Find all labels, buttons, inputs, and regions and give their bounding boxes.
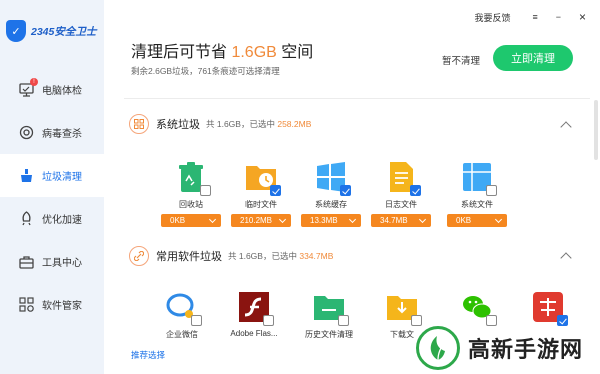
junk-item-temp-files[interactable]: 临时文件 210.2MB [231, 160, 291, 227]
junk-item-log-files[interactable]: 日志文件 34.7MB [371, 160, 431, 227]
brand-name: 2345安全卫士 [31, 25, 97, 38]
junk-item-recycle-bin[interactable]: 回收站 0KB [161, 160, 221, 227]
item-checkbox[interactable] [486, 185, 497, 196]
recycle-bin-icon [174, 160, 211, 196]
sidebar-item-tools[interactable]: 工具中心 [0, 240, 104, 283]
item-checkbox[interactable] [263, 315, 274, 326]
sidebar-item-label: 电脑体检 [42, 86, 82, 97]
close-icon[interactable]: × [579, 10, 586, 24]
section-total: 共 1.6GB，已选中 [206, 119, 275, 129]
junk-item-system-files[interactable]: 系统文件 0KB [447, 160, 507, 227]
sidebar-item-label: 病毒查杀 [42, 129, 82, 140]
watermark: 高新手游网 [416, 322, 600, 374]
sidebar-item-checkup[interactable]: ! 电脑体检 [0, 68, 104, 111]
sidebar-item-label: 工具中心 [42, 258, 82, 269]
green-folder-icon [312, 290, 349, 326]
item-label: 临时文件 [245, 200, 277, 209]
size-dropdown[interactable]: 34.7MB [371, 214, 431, 227]
section-total: 共 1.6GB，已选中 [228, 251, 297, 261]
feedback-link[interactable]: 我要反馈 [474, 11, 510, 24]
item-label: 系统缓存 [315, 200, 347, 209]
target-icon [18, 125, 34, 141]
log-file-icon [384, 160, 421, 196]
sidebar-item-optimize[interactable]: 优化加速 [0, 197, 104, 240]
scrollbar[interactable] [594, 100, 598, 160]
headline-prefix: 清理后可节省 [131, 44, 232, 61]
sidebar-item-label: 软件管家 [42, 301, 82, 312]
size-dropdown[interactable]: 210.2MB [231, 214, 291, 227]
size-dropdown[interactable]: 13.3MB [301, 214, 361, 227]
clean-now-button[interactable]: 立即清理 [493, 45, 573, 71]
headline-suffix: 空间 [276, 44, 314, 61]
item-checkbox[interactable] [338, 315, 349, 326]
item-label: Adobe Flas... [230, 329, 278, 338]
rocket-icon [18, 211, 34, 227]
item-checkbox[interactable] [200, 185, 211, 196]
skip-clean-button[interactable]: 暂不清理 [442, 53, 480, 67]
title-bar: 我要反馈 ≡ − × [460, 10, 586, 24]
temp-folder-icon [244, 160, 281, 196]
item-checkbox[interactable] [340, 185, 351, 196]
software-item-wecom[interactable]: 企业微信 [152, 290, 212, 340]
link-icon [129, 246, 149, 266]
item-label: 日志文件 [385, 200, 417, 209]
item-checkbox[interactable] [191, 315, 202, 326]
wechat-icon [460, 290, 497, 326]
sidebar-item-label: 垃圾清理 [42, 172, 82, 183]
item-checkbox[interactable] [410, 185, 421, 196]
item-checkbox[interactable] [270, 185, 281, 196]
app-window: ✓ 2345安全卫士 ! 电脑体检 病毒查杀 垃圾清理 优化加速 工具中心 软件… [0, 0, 600, 374]
sidebar-item-label: 优化加速 [42, 215, 82, 226]
sidebar-item-software[interactable]: 软件管家 [0, 283, 104, 326]
section-title: 常用软件垃圾 [156, 251, 222, 263]
section-selected: 258.2MB [277, 119, 312, 129]
section-meta: 共 1.6GB，已选中 258.2MB [206, 118, 311, 130]
software-item-history[interactable]: 历史文件清理 [299, 290, 359, 340]
item-label: 企业微信 [166, 330, 198, 339]
windows-icon [314, 160, 351, 196]
software-item-flash[interactable]: Adobe Flas... [224, 290, 284, 338]
savings-headline: 清理后可节省 1.6GB 空间 [131, 38, 313, 62]
main-panel: 我要反馈 ≡ − × 清理后可节省 1.6GB 空间 剩余2.6GB垃圾，761… [104, 0, 600, 374]
shield-icon: ✓ [6, 20, 26, 42]
size-dropdown[interactable]: 0KB [161, 214, 221, 227]
minimize-icon[interactable]: − [556, 12, 561, 22]
item-label: 回收站 [179, 200, 203, 209]
brand-logo: ✓ 2345安全卫士 [6, 20, 96, 42]
section-header-system-junk[interactable]: 系统垃圾 共 1.6GB，已选中 258.2MB [129, 114, 311, 134]
broom-icon [18, 168, 34, 184]
youdao-icon [531, 290, 568, 326]
size-dropdown[interactable]: 0KB [447, 214, 507, 227]
section-meta: 共 1.6GB，已选中 334.7MB [228, 250, 333, 262]
section-selected: 334.7MB [299, 251, 334, 261]
recommend-select-link[interactable]: 推荐选择 [131, 349, 165, 361]
junk-item-system-cache[interactable]: 系统缓存 13.3MB [301, 160, 361, 227]
leaf-icon [416, 326, 460, 370]
sidebar-item-virus-scan[interactable]: 病毒查杀 [0, 111, 104, 154]
sidebar-item-junk-clean[interactable]: 垃圾清理 [0, 154, 104, 197]
watermark-text: 高新手游网 [468, 337, 584, 362]
toolbox-icon [18, 254, 34, 270]
alert-badge: ! [30, 78, 38, 86]
section-header-software-junk[interactable]: 常用软件垃圾 共 1.6GB，已选中 334.7MB [129, 246, 333, 266]
item-label: 系统文件 [461, 200, 493, 209]
item-label: 历史文件清理 [305, 330, 353, 339]
download-folder-icon [385, 290, 422, 326]
section-title: 系统垃圾 [156, 119, 200, 131]
junk-detail: 剩余2.6GB垃圾，761条痕迹可选择清理 [131, 66, 280, 76]
sidebar-nav: ! 电脑体检 病毒查杀 垃圾清理 优化加速 工具中心 软件管家 [0, 68, 104, 326]
sidebar: ✓ 2345安全卫士 ! 电脑体检 病毒查杀 垃圾清理 优化加速 工具中心 软件… [0, 0, 104, 374]
divider [124, 98, 590, 99]
system-file-icon [460, 160, 497, 196]
apps-icon [18, 297, 34, 313]
flash-icon [237, 290, 274, 326]
grid-icon [129, 114, 149, 134]
wecom-icon [165, 290, 202, 326]
menu-icon[interactable]: ≡ [532, 12, 537, 22]
chevron-up-icon[interactable] [560, 121, 572, 133]
chevron-up-icon[interactable] [560, 252, 572, 264]
savings-amount: 1.6GB [231, 44, 277, 61]
